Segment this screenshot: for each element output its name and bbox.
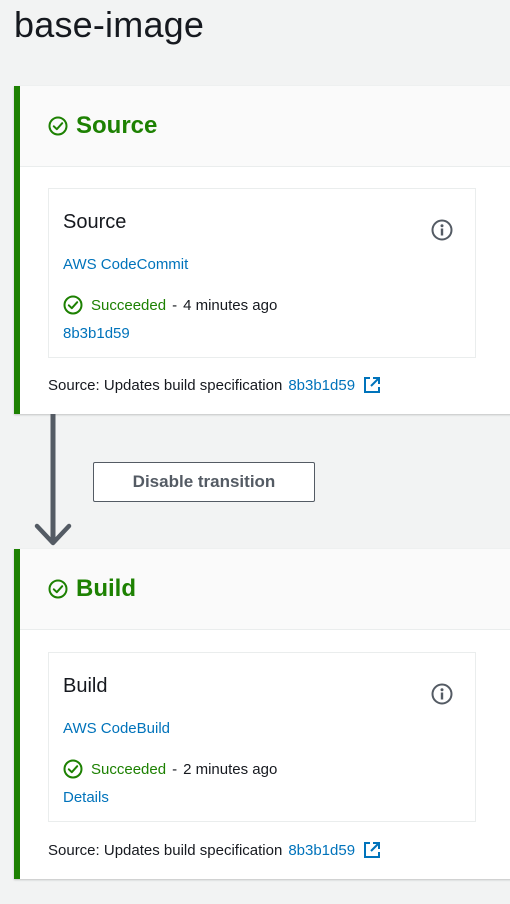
source-footer-label: Source: Updates build specification [48, 376, 283, 394]
check-circle-icon [63, 295, 83, 315]
status-row: Succeeded - 4 minutes ago [63, 295, 277, 315]
commit-link[interactable]: 8b3b1d59 [288, 377, 355, 394]
disable-transition-button[interactable]: Disable transition [93, 462, 315, 502]
source-footer: Source: Updates build specification 8b3b… [48, 841, 381, 859]
stage-source: Source Source AWS CodeCommit Succeeded -… [14, 86, 510, 414]
check-circle-icon [63, 759, 83, 779]
status-separator: - [172, 760, 178, 778]
status-row: Succeeded - 2 minutes ago [63, 759, 277, 779]
stage-header: Build [20, 549, 510, 630]
status-separator: - [172, 296, 178, 314]
info-icon[interactable] [431, 683, 453, 705]
commit-id-link[interactable]: 8b3b1d59 [63, 325, 130, 342]
transition-arrow [34, 414, 72, 546]
status-time: 2 minutes ago [183, 760, 278, 778]
action-name: Source [63, 211, 127, 233]
status-text: Succeeded [91, 760, 167, 778]
source-footer-label: Source: Updates build specification [48, 841, 283, 859]
stage-header: Source [20, 86, 510, 167]
check-circle-icon [48, 579, 68, 599]
commit-link[interactable]: 8b3b1d59 [288, 842, 355, 859]
source-footer: Source: Updates build specification 8b3b… [48, 376, 381, 394]
stage-build: Build Build AWS CodeBuild Succeeded - 2 … [14, 549, 510, 879]
action-card: Source AWS CodeCommit Succeeded - 4 minu… [48, 188, 476, 358]
provider-link[interactable]: AWS CodeCommit [63, 256, 188, 273]
action-card: Build AWS CodeBuild Succeeded - 2 minute… [48, 652, 476, 822]
external-link-icon[interactable] [363, 376, 381, 394]
external-link-icon[interactable] [363, 841, 381, 859]
status-text: Succeeded [91, 296, 167, 314]
provider-link[interactable]: AWS CodeBuild [63, 720, 170, 737]
page-title: base-image [14, 4, 205, 45]
details-link[interactable]: Details [63, 789, 109, 806]
info-icon[interactable] [431, 219, 453, 241]
stage-title: Source [76, 112, 158, 139]
check-circle-icon [48, 116, 68, 136]
stage-title: Build [76, 575, 136, 602]
status-time: 4 minutes ago [183, 296, 278, 314]
action-name: Build [63, 675, 108, 697]
